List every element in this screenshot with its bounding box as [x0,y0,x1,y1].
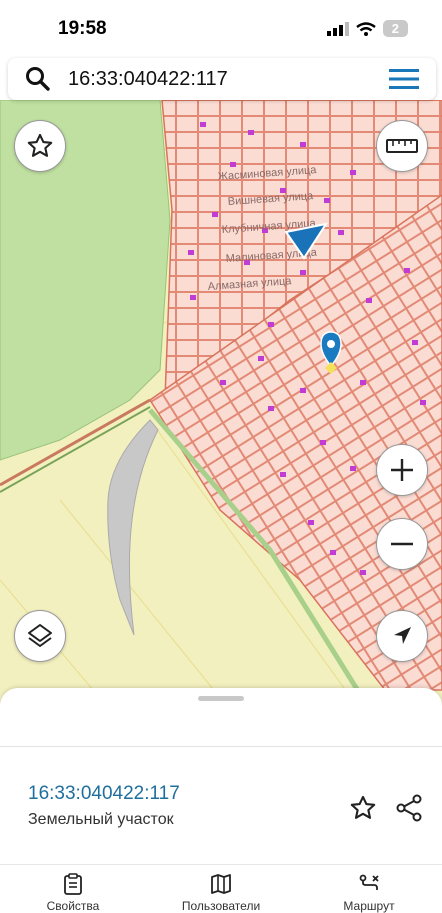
signal-icon [326,21,349,36]
tab-properties[interactable]: Свойства [18,873,128,913]
route-icon [359,874,379,890]
zoom-out-button[interactable] [376,518,428,570]
status-time: 19:58 [58,18,107,39]
zoom-in-button[interactable] [376,444,428,496]
tab-route[interactable]: Маршрут [314,873,424,913]
parcel-info-sheet[interactable]: 16:33:040422:117 Земельный участок [0,688,442,868]
layers-button[interactable] [14,610,66,662]
favorite-button[interactable] [14,120,66,172]
sheet-drag-handle[interactable] [198,696,244,701]
ruler-button[interactable] [376,120,428,172]
star-icon [350,795,376,819]
status-icons: 2 [326,20,408,37]
tab-label: Маршрут [343,899,395,913]
share-button[interactable] [392,791,426,825]
my-location-button[interactable] [376,610,428,662]
parcel-favorite-button[interactable] [346,791,380,825]
layers-icon [28,624,52,647]
ruler-icon [386,139,418,153]
menu-icon[interactable] [388,65,420,93]
map-icon [211,874,231,894]
tab-label: Свойства [46,899,100,913]
search-input[interactable]: 16:33:040422:117 [68,68,388,91]
clipboard-icon [64,873,82,895]
search-icon[interactable] [22,63,54,95]
tab-users[interactable]: Пользователи [166,873,276,913]
search-bar[interactable]: 16:33:040422:117 [8,58,436,100]
tab-label: Пользователи [181,899,261,913]
parcel-cadastral-number[interactable]: 16:33:040422:117 [28,783,180,805]
map-view[interactable]: Жасминовая улица Вишневая улица Клубничн… [0,100,442,710]
share-icon [396,794,422,822]
plus-icon [391,459,413,481]
wifi-icon [356,21,376,36]
minus-icon [391,542,413,546]
sheet-divider [0,746,442,747]
bottom-tab-bar: Свойства Пользователи Маршрут [0,864,442,913]
status-bar: 19:58 2 [0,0,442,54]
star-icon [27,133,53,157]
battery-indicator: 2 [382,20,408,37]
navigation-arrow-icon [394,627,411,644]
parcel-type-label: Земельный участок [28,811,174,828]
